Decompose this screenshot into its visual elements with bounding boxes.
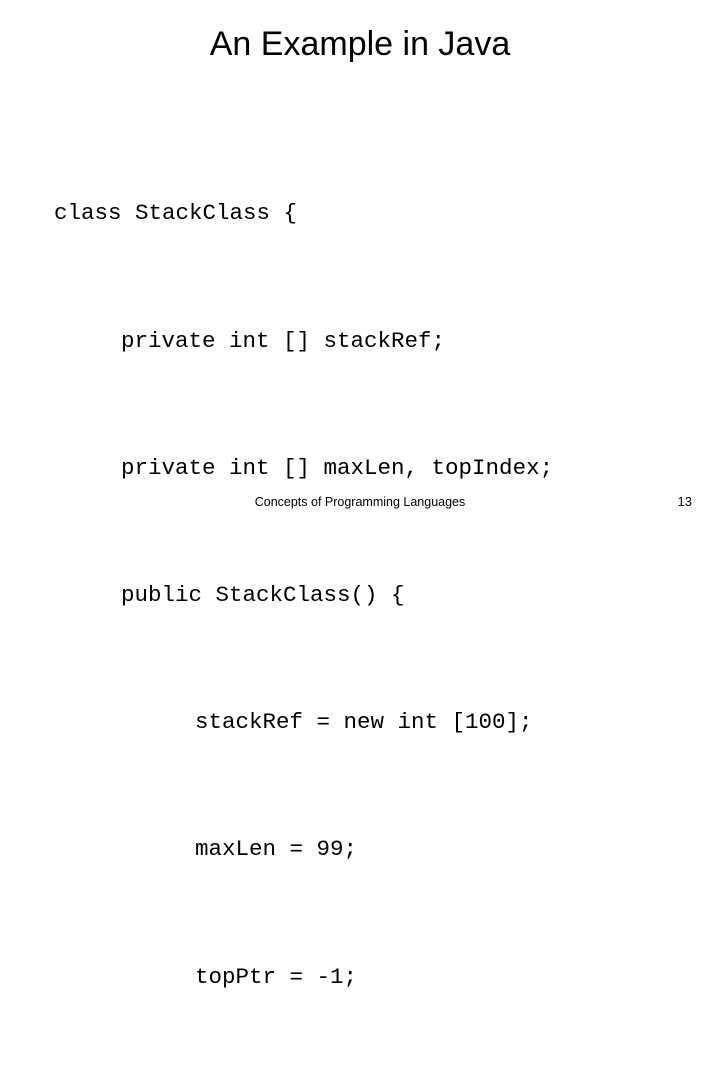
java-code-block: class StackClass { private int [] stackR… xyxy=(54,103,694,1080)
slide-footer: Concepts of Programming Languages 13 xyxy=(0,494,720,514)
page-title: An Example in Java xyxy=(209,25,511,63)
code-line: class StackClass { xyxy=(54,200,298,227)
code-line: public StackClass() { xyxy=(121,581,405,608)
code-line: private int [] stackRef; xyxy=(121,327,446,354)
page-number: 13 xyxy=(677,494,692,509)
footer-book-title: Concepts of Programming Languages xyxy=(254,495,466,509)
code-line: private int [] maxLen, topIndex; xyxy=(121,454,554,481)
code-line: maxLen = 99; xyxy=(195,836,358,863)
code-line: topPtr = -1; xyxy=(195,963,358,990)
slide: An Example in Java class StackClass { pr… xyxy=(0,0,720,990)
code-line: stackRef = new int [100]; xyxy=(195,709,533,736)
